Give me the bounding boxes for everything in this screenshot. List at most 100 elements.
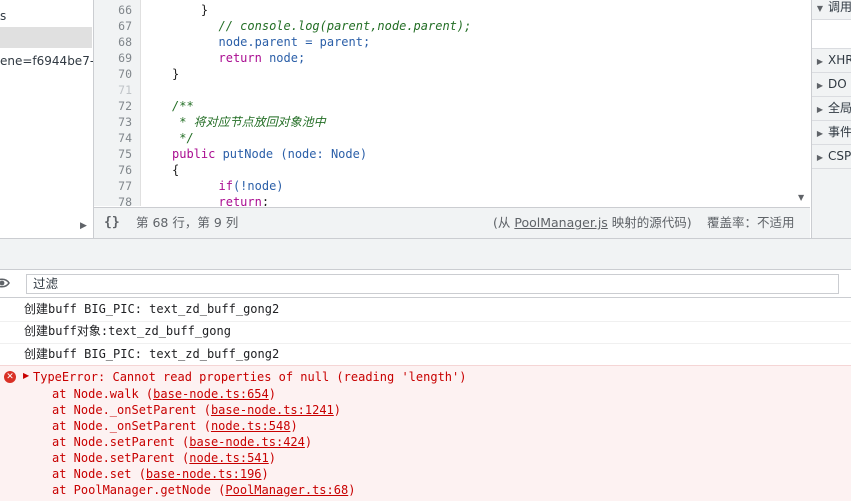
code-token: { (172, 163, 180, 177)
code-line: node.parent = parent; (189, 34, 371, 50)
code-token: */ (172, 131, 194, 145)
code-token: return (218, 195, 262, 206)
line-number[interactable]: 78 (94, 194, 132, 206)
section-label: CSP (828, 149, 851, 163)
code-token: // console.log(parent,node.parent); (189, 19, 472, 33)
stack-frame-close: ) (268, 451, 276, 465)
code-line: /** (172, 98, 194, 114)
section-event-listeners[interactable]: ▶ 事件 (812, 121, 851, 145)
line-number[interactable]: 71 (94, 82, 132, 98)
line-number[interactable]: 70 (94, 66, 132, 82)
scroll-down-icon[interactable]: ▼ (798, 193, 804, 202)
stack-frame: at Node._onSetParent (base-node.ts:1241) (52, 402, 341, 418)
section-global-listeners[interactable]: ▶ 全局 (812, 97, 851, 121)
chevron-right-icon: ▶ (816, 81, 824, 90)
error-icon: ✕ (4, 371, 16, 383)
editor-status-bar: {} 第 68 行，第 9 列 (从 PoolManager.js 映射的源代码… (94, 207, 810, 238)
source-file-link[interactable]: PoolManager.js (514, 215, 607, 230)
stack-frame: at PoolManager.getNode (PoolManager.ts:6… (52, 482, 355, 498)
scroll-right-icon[interactable]: ▶ (80, 221, 87, 231)
stack-frame: at Node.set (base-node.ts:196) (52, 466, 269, 482)
stack-frame-close: ) (333, 403, 342, 417)
line-number-gutter: 66 67 68 69 70 71 72 73 74 75 76 77 78 (94, 0, 141, 206)
code-token: return (218, 51, 262, 65)
stack-frame-function: at Node._onSetParent ( (52, 419, 211, 433)
pretty-print-button[interactable]: {} (104, 208, 120, 238)
line-number[interactable]: 76 (94, 162, 132, 178)
console-message: 创建buff BIG_PIC: text_zd_buff_gong2 (0, 298, 851, 322)
stack-frame: at Node.setParent (node.ts:541) (52, 450, 276, 466)
stack-frame: at Node._onSetParent (node.ts:548) (52, 418, 298, 434)
console-filter-input[interactable] (27, 275, 839, 291)
section-dom-breakpoints[interactable]: ▶ DO (812, 73, 851, 97)
code-token: } (172, 3, 209, 17)
code-line: if(!node) (190, 178, 284, 194)
chevron-right-icon: ▶ (816, 153, 824, 162)
stack-frame-function: at PoolManager.getNode ( (52, 483, 226, 497)
line-number[interactable]: 77 (94, 178, 132, 194)
section-call-stack[interactable]: ▼ 调用 (812, 0, 851, 20)
line-number[interactable]: 75 (94, 146, 132, 162)
code-editor[interactable]: 66 67 68 69 70 71 72 73 74 75 76 77 78 } // console.… (94, 0, 810, 206)
line-number[interactable]: 73 (94, 114, 132, 130)
coverage-status: 覆盖率：不适用 (707, 215, 795, 230)
file-navigator: s ene=f6944be7-1 ▶ (0, 0, 94, 238)
stack-frame-close: ) (304, 435, 313, 449)
code-line: */ (172, 130, 194, 146)
code-token: if (218, 179, 233, 193)
code-line: public putNode (node: Node) (172, 146, 367, 162)
chevron-right-icon: ▶ (816, 57, 824, 66)
navigator-item-selected[interactable] (0, 27, 92, 48)
section-label: 调用 (828, 0, 851, 14)
code-token: (!node) (232, 179, 284, 193)
navigator-item[interactable]: ene=f6944be7-1 (0, 51, 93, 71)
code-token: public (172, 147, 216, 161)
source-prefix: (从 (493, 215, 515, 230)
navigator-item[interactable]: s (0, 6, 6, 26)
chevron-down-icon: ▼ (816, 4, 824, 13)
code-token: ; (261, 195, 270, 206)
code-line: * 将对应节点放回对象池中 (172, 114, 326, 130)
drawer-divider[interactable] (0, 238, 851, 269)
code-line: } (172, 2, 208, 18)
expand-triangle-icon[interactable]: ▶ (23, 371, 29, 380)
stack-frame-source-link[interactable]: base-node.ts:424 (189, 435, 305, 449)
stack-frame-source-link[interactable]: node.ts:541 (189, 451, 268, 465)
code-token: node.parent = parent; (189, 35, 371, 49)
code-token: putNode (node: Node) (215, 147, 368, 161)
code-token: * 将对应节点放回对象池中 (172, 115, 326, 129)
eye-icon[interactable] (0, 276, 10, 290)
line-number[interactable]: 72 (94, 98, 132, 114)
line-number[interactable]: 74 (94, 130, 132, 146)
line-number[interactable]: 68 (94, 34, 132, 50)
stack-frame-source-link[interactable]: base-node.ts:1241 (211, 403, 334, 417)
section-xhr-breakpoints[interactable]: ▶ XHR (812, 49, 851, 73)
code-token: } (172, 67, 180, 81)
message-text: 创建buff BIG_PIC: text_zd_buff_gong2 (24, 347, 280, 361)
code-line: return; (190, 194, 270, 206)
error-text[interactable]: TypeError: Cannot read properties of nul… (33, 369, 466, 385)
stack-frame-source-link[interactable]: base-node.ts:654 (153, 387, 269, 401)
stack-frame-function: at Node.setParent ( (52, 435, 190, 449)
filter-box (26, 274, 839, 294)
stack-frame-source-link[interactable]: node.ts:548 (211, 419, 290, 433)
stack-frame-close: ) (348, 483, 356, 497)
stack-frame-source-link[interactable]: base-node.ts:196 (146, 467, 262, 481)
stack-frame-source-link[interactable]: PoolManager.ts:68 (225, 483, 348, 497)
section-label: 事件 (828, 125, 851, 139)
line-number[interactable]: 66 (94, 2, 132, 18)
call-stack-body (812, 20, 851, 49)
chevron-right-icon: ▶ (816, 105, 824, 114)
section-csp-breakpoints[interactable]: ▶ CSP (812, 145, 851, 169)
message-text: 创建buff BIG_PIC: text_zd_buff_gong2 (24, 302, 280, 316)
source-suffix: 映射的源代码) (607, 215, 692, 230)
stack-frame-close: ) (290, 419, 298, 433)
code-line: return node; (190, 50, 306, 66)
section-label: 全局 (828, 101, 851, 115)
console-error-message: ✕ ▶ TypeError: Cannot read properties of… (0, 365, 851, 501)
code-token: node; (261, 51, 306, 65)
line-number[interactable]: 69 (94, 50, 132, 66)
line-number[interactable]: 67 (94, 18, 132, 34)
message-text: 创建buff对象:text_zd_buff_gong (24, 324, 231, 338)
